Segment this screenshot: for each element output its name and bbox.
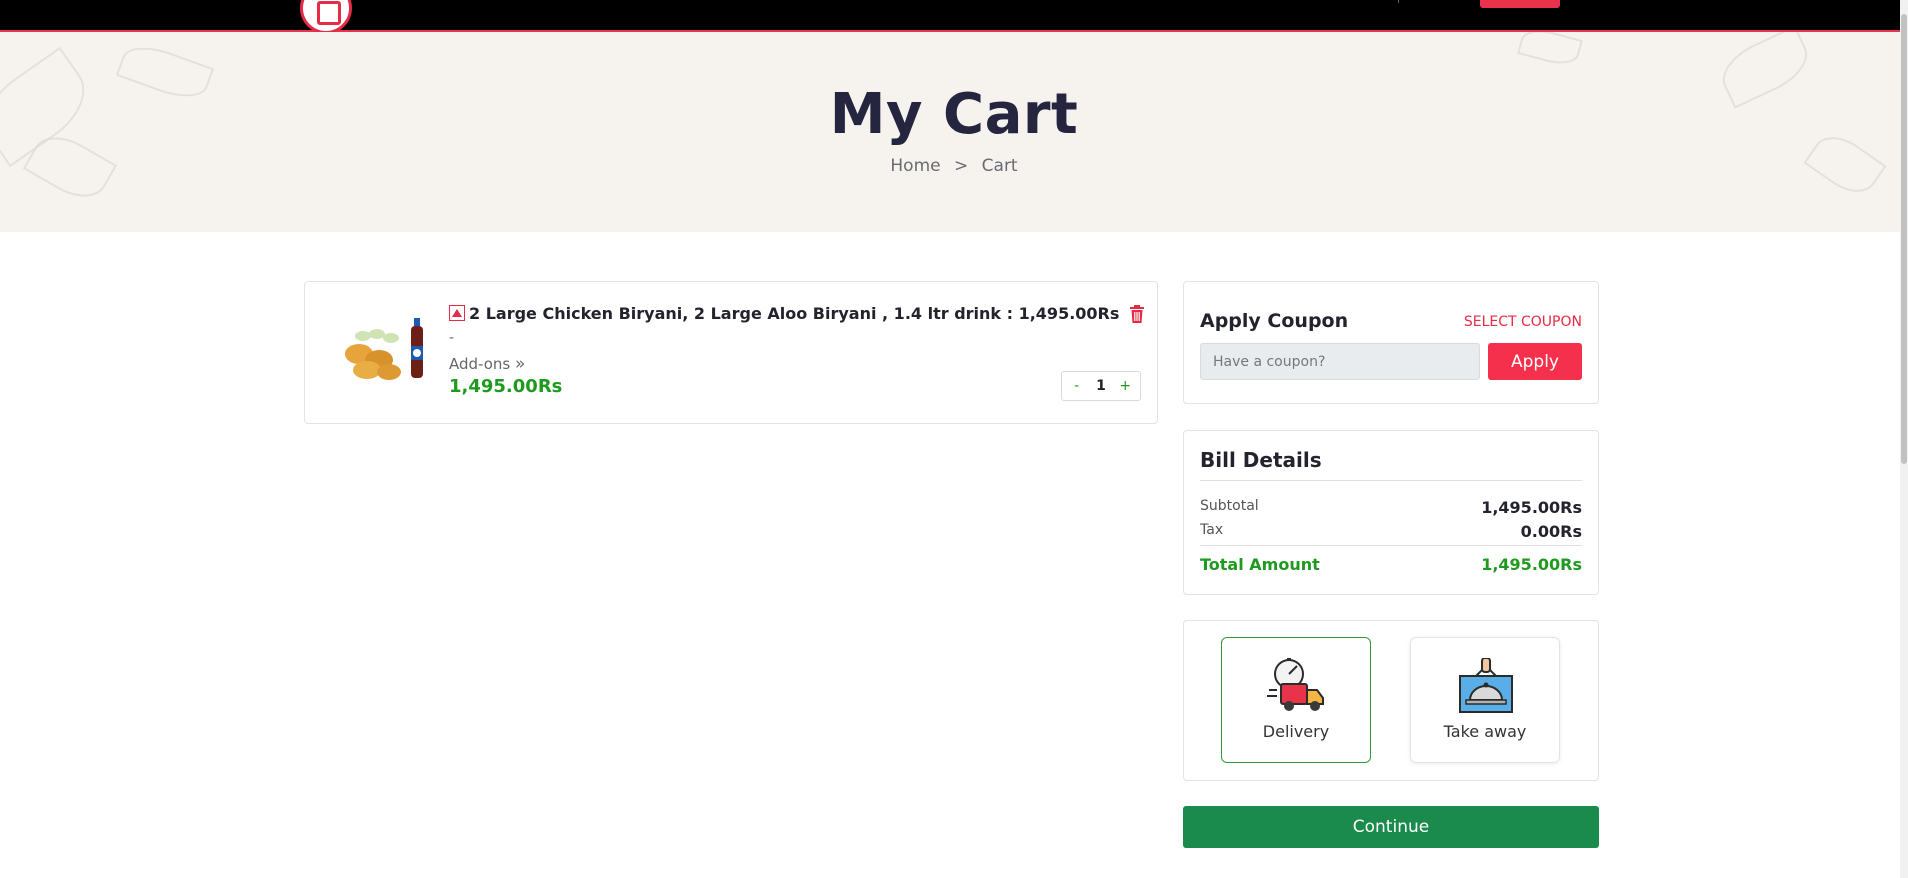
product-image [345,318,423,380]
cart-item-variant: - [449,330,455,346]
non-veg-indicator-icon [449,305,465,321]
decorative-leaf [1517,32,1583,70]
divider [1200,480,1582,481]
trash-icon[interactable] [1129,305,1145,323]
bill-details-panel: Bill Details Subtotal 1,495.00Rs Tax 0.0… [1183,430,1599,595]
brand-logo[interactable] [300,0,352,34]
cart-item-card: 2 Large Chicken Biryani, 2 Large Aloo Bi… [304,281,1158,424]
food-cloche-bag-icon [1459,658,1513,713]
addons-toggle[interactable]: Add-ons » [449,354,525,374]
total-amount-value: 1,495.00Rs [1481,555,1582,574]
total-amount-label: Total Amount [1200,555,1320,574]
order-mode-panel: Delivery Take away [1183,620,1599,781]
page-scrollbar[interactable] [1900,0,1908,878]
cart-item-price: 1,495.00Rs [449,376,563,397]
cart-item-title-text: 2 Large Chicken Biryani, 2 Large Aloo Bi… [469,304,1120,323]
tax-label: Tax [1200,522,1224,538]
breadcrumb-separator: > [954,156,969,176]
quantity-increase-button[interactable]: + [1115,378,1135,394]
breadcrumb-home-link[interactable]: Home [890,156,940,176]
page-header-banner: My Cart Home > Cart [0,32,1908,232]
delivery-truck-icon [1267,658,1324,711]
continue-button[interactable]: Continue [1183,806,1599,848]
delivery-option-card[interactable]: Delivery [1221,637,1371,763]
top-navbar [0,0,1908,34]
navbar-action-button[interactable] [1480,0,1560,8]
page-title: My Cart [829,82,1079,147]
tax-value: 0.00Rs [1520,522,1582,541]
navbar-divider [1398,0,1399,3]
divider [1200,545,1582,546]
subtotal-row: Subtotal 1,495.00Rs [1200,498,1582,517]
double-chevron-right-icon: » [515,354,526,374]
select-coupon-link[interactable]: SELECT COUPON [1464,314,1582,330]
breadcrumb-current: Cart [981,156,1018,176]
quantity-decrease-button[interactable]: - [1067,378,1087,394]
apply-coupon-title: Apply Coupon [1200,310,1349,332]
apply-coupon-button[interactable]: Apply [1488,343,1582,380]
cart-item-title: 2 Large Chicken Biryani, 2 Large Aloo Bi… [449,304,1119,323]
tax-row: Tax 0.00Rs [1200,522,1582,541]
addons-label: Add-ons [449,355,511,373]
breadcrumb: Home > Cart [0,156,1908,176]
subtotal-value: 1,495.00Rs [1481,498,1582,517]
scrollbar-thumb[interactable] [1901,14,1907,464]
bill-details-title: Bill Details [1200,448,1322,472]
quantity-value: 1 [1096,378,1106,394]
subtotal-label: Subtotal [1200,498,1259,514]
takeaway-label: Take away [1443,722,1527,741]
takeaway-option-card[interactable]: Take away [1410,637,1560,763]
total-amount-row: Total Amount 1,495.00Rs [1200,555,1582,574]
coupon-code-input[interactable] [1200,343,1480,380]
delivery-label: Delivery [1262,722,1330,741]
apply-coupon-panel: Apply Coupon SELECT COUPON Apply [1183,281,1599,404]
quantity-stepper: - 1 + [1061,371,1141,401]
